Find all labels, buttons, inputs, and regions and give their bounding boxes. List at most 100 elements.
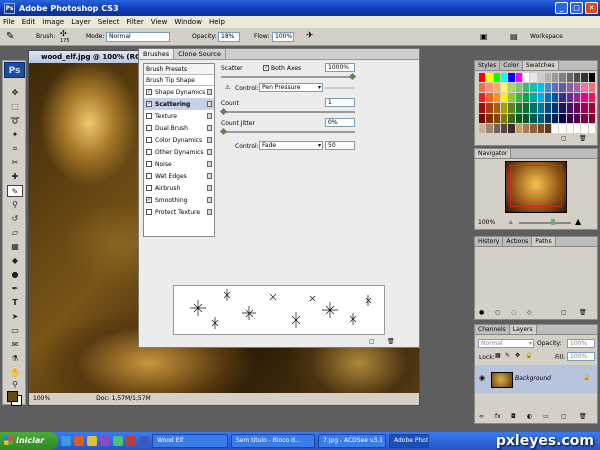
fade-steps-field[interactable]: 50 xyxy=(325,141,355,150)
color-swatch[interactable] xyxy=(493,123,500,133)
tab-navigator[interactable]: Navigator xyxy=(475,149,512,158)
blur-tool-icon[interactable]: ◆ xyxy=(7,255,23,267)
close-button[interactable]: ✕ xyxy=(585,2,598,14)
lock-icon[interactable] xyxy=(207,173,212,179)
menu-edit[interactable]: Edit xyxy=(22,18,36,26)
color-swatch[interactable] xyxy=(574,93,581,103)
color-swatch[interactable] xyxy=(581,103,588,113)
menu-select[interactable]: Select xyxy=(98,18,120,26)
color-swatch[interactable] xyxy=(493,93,500,103)
color-swatch[interactable] xyxy=(544,103,552,113)
delete-path-icon[interactable]: 🗑 xyxy=(579,309,587,316)
color-swatch[interactable] xyxy=(588,103,595,113)
navigator-zoom-slider[interactable] xyxy=(519,222,571,224)
color-swatch[interactable] xyxy=(559,83,566,93)
color-swatch[interactable] xyxy=(479,73,486,83)
color-swatch[interactable] xyxy=(508,93,515,103)
menu-layer[interactable]: Layer xyxy=(71,18,91,26)
layer-style-icon[interactable]: fx xyxy=(495,413,501,420)
quick-launch-msn-icon[interactable] xyxy=(113,436,123,446)
taskbar-item-photoshop[interactable]: Adobe Photoshop CS3 xyxy=(389,434,429,448)
color-swatch[interactable] xyxy=(566,83,574,93)
count-jitter-slider[interactable] xyxy=(221,131,355,133)
color-swatch[interactable] xyxy=(581,123,588,133)
healing-brush-icon[interactable]: ✚ xyxy=(7,171,23,183)
color-swatch[interactable] xyxy=(486,93,493,103)
color-swatch[interactable] xyxy=(479,93,486,103)
color-swatch[interactable] xyxy=(559,113,566,123)
layer-mask-icon[interactable]: ◘ xyxy=(511,413,516,420)
workspace-menu[interactable]: Workspace xyxy=(530,33,563,40)
brush-option-checkbox[interactable] xyxy=(146,137,152,143)
color-swatch[interactable] xyxy=(574,73,581,83)
type-tool-icon[interactable]: T xyxy=(7,297,23,309)
tab-actions[interactable]: Actions xyxy=(503,237,533,246)
color-swatch[interactable] xyxy=(530,113,537,123)
slice-tool-icon[interactable]: ✂ xyxy=(7,157,23,169)
start-button[interactable]: Iniciar xyxy=(0,432,58,450)
color-swatch[interactable] xyxy=(493,83,500,93)
work-path-icon[interactable]: ◇ xyxy=(527,309,532,316)
magic-wand-icon[interactable]: ✦ xyxy=(7,129,23,141)
quick-launch-folder-icon[interactable] xyxy=(87,436,97,446)
menu-image[interactable]: Image xyxy=(42,18,64,26)
color-swatch[interactable] xyxy=(588,93,595,103)
blend-mode-select[interactable]: Normal xyxy=(478,339,534,348)
eraser-tool-icon[interactable]: ▱ xyxy=(7,227,23,239)
lock-icon[interactable] xyxy=(207,89,212,95)
color-swatch[interactable] xyxy=(500,103,508,113)
color-swatch[interactable] xyxy=(508,103,515,113)
brush-option-checkbox[interactable]: ✓ xyxy=(146,89,152,95)
color-swatch[interactable] xyxy=(588,123,595,133)
brush-tip-shape-item[interactable]: Brush Tip Shape xyxy=(144,75,214,86)
color-swatch[interactable] xyxy=(552,93,559,103)
color-swatch[interactable] xyxy=(544,123,552,133)
color-swatch[interactable] xyxy=(566,103,574,113)
count-slider-thumb[interactable] xyxy=(219,107,228,116)
delete-layer-icon[interactable]: 🗑 xyxy=(579,413,587,420)
color-swatch[interactable] xyxy=(500,113,508,123)
foreground-color-swatch[interactable] xyxy=(7,391,18,402)
lock-pixels-icon[interactable]: ✎ xyxy=(505,352,510,359)
lock-icon[interactable] xyxy=(207,137,212,143)
color-swatch[interactable] xyxy=(493,73,500,83)
brush-option-item[interactable]: Airbrush xyxy=(144,182,214,194)
color-swatch[interactable] xyxy=(537,113,544,123)
color-swatch[interactable] xyxy=(544,83,552,93)
quick-launch-word-icon[interactable] xyxy=(139,436,149,446)
color-swatch[interactable] xyxy=(559,93,566,103)
quick-launch-media-icon[interactable] xyxy=(100,436,110,446)
color-swatch[interactable] xyxy=(544,113,552,123)
brush-presets-button[interactable]: Brush Presets xyxy=(144,64,214,75)
delete-swatch-icon[interactable]: 🗑 xyxy=(579,135,587,142)
taskbar-item-notepad[interactable]: Sem título - Bloco d... xyxy=(231,434,315,448)
scatter-slider-thumb[interactable] xyxy=(348,72,357,81)
count-jitter-field[interactable]: 0% xyxy=(325,118,355,127)
lasso-tool-icon[interactable]: ➰ xyxy=(7,115,23,127)
zoom-out-icon[interactable]: ▵ xyxy=(509,218,513,226)
stroke-path-icon[interactable]: ○ xyxy=(495,309,500,316)
color-swatch[interactable] xyxy=(500,123,508,133)
color-swatch[interactable] xyxy=(486,123,493,133)
tab-clone-source[interactable]: Clone Source xyxy=(174,49,226,59)
menu-help[interactable]: Help xyxy=(209,18,225,26)
color-swatch[interactable] xyxy=(486,73,493,83)
color-swatch[interactable] xyxy=(574,103,581,113)
brush-option-checkbox[interactable] xyxy=(146,113,152,119)
color-swatch[interactable] xyxy=(552,123,559,133)
new-swatch-icon[interactable]: ▢ xyxy=(561,135,567,142)
color-swatch[interactable] xyxy=(522,123,530,133)
fill-field[interactable]: 100% xyxy=(567,352,595,361)
brush-option-checkbox[interactable] xyxy=(146,125,152,131)
brush-option-item[interactable]: Dual Brush xyxy=(144,122,214,134)
brush-option-item[interactable]: ✓ Shape Dynamics xyxy=(144,86,214,98)
load-selection-icon[interactable]: ◌ xyxy=(511,309,516,316)
new-preset-icon[interactable]: ▢ xyxy=(369,338,375,345)
color-swatch[interactable] xyxy=(559,123,566,133)
scatter-field[interactable]: 1000% xyxy=(325,63,355,72)
opacity-field[interactable]: 18% xyxy=(218,32,240,42)
link-layers-icon[interactable]: ∞ xyxy=(479,413,484,420)
pen-tool-icon[interactable]: ✒ xyxy=(7,283,23,295)
lock-position-icon[interactable]: ✥ xyxy=(515,352,520,359)
color-swatch[interactable] xyxy=(508,123,515,133)
